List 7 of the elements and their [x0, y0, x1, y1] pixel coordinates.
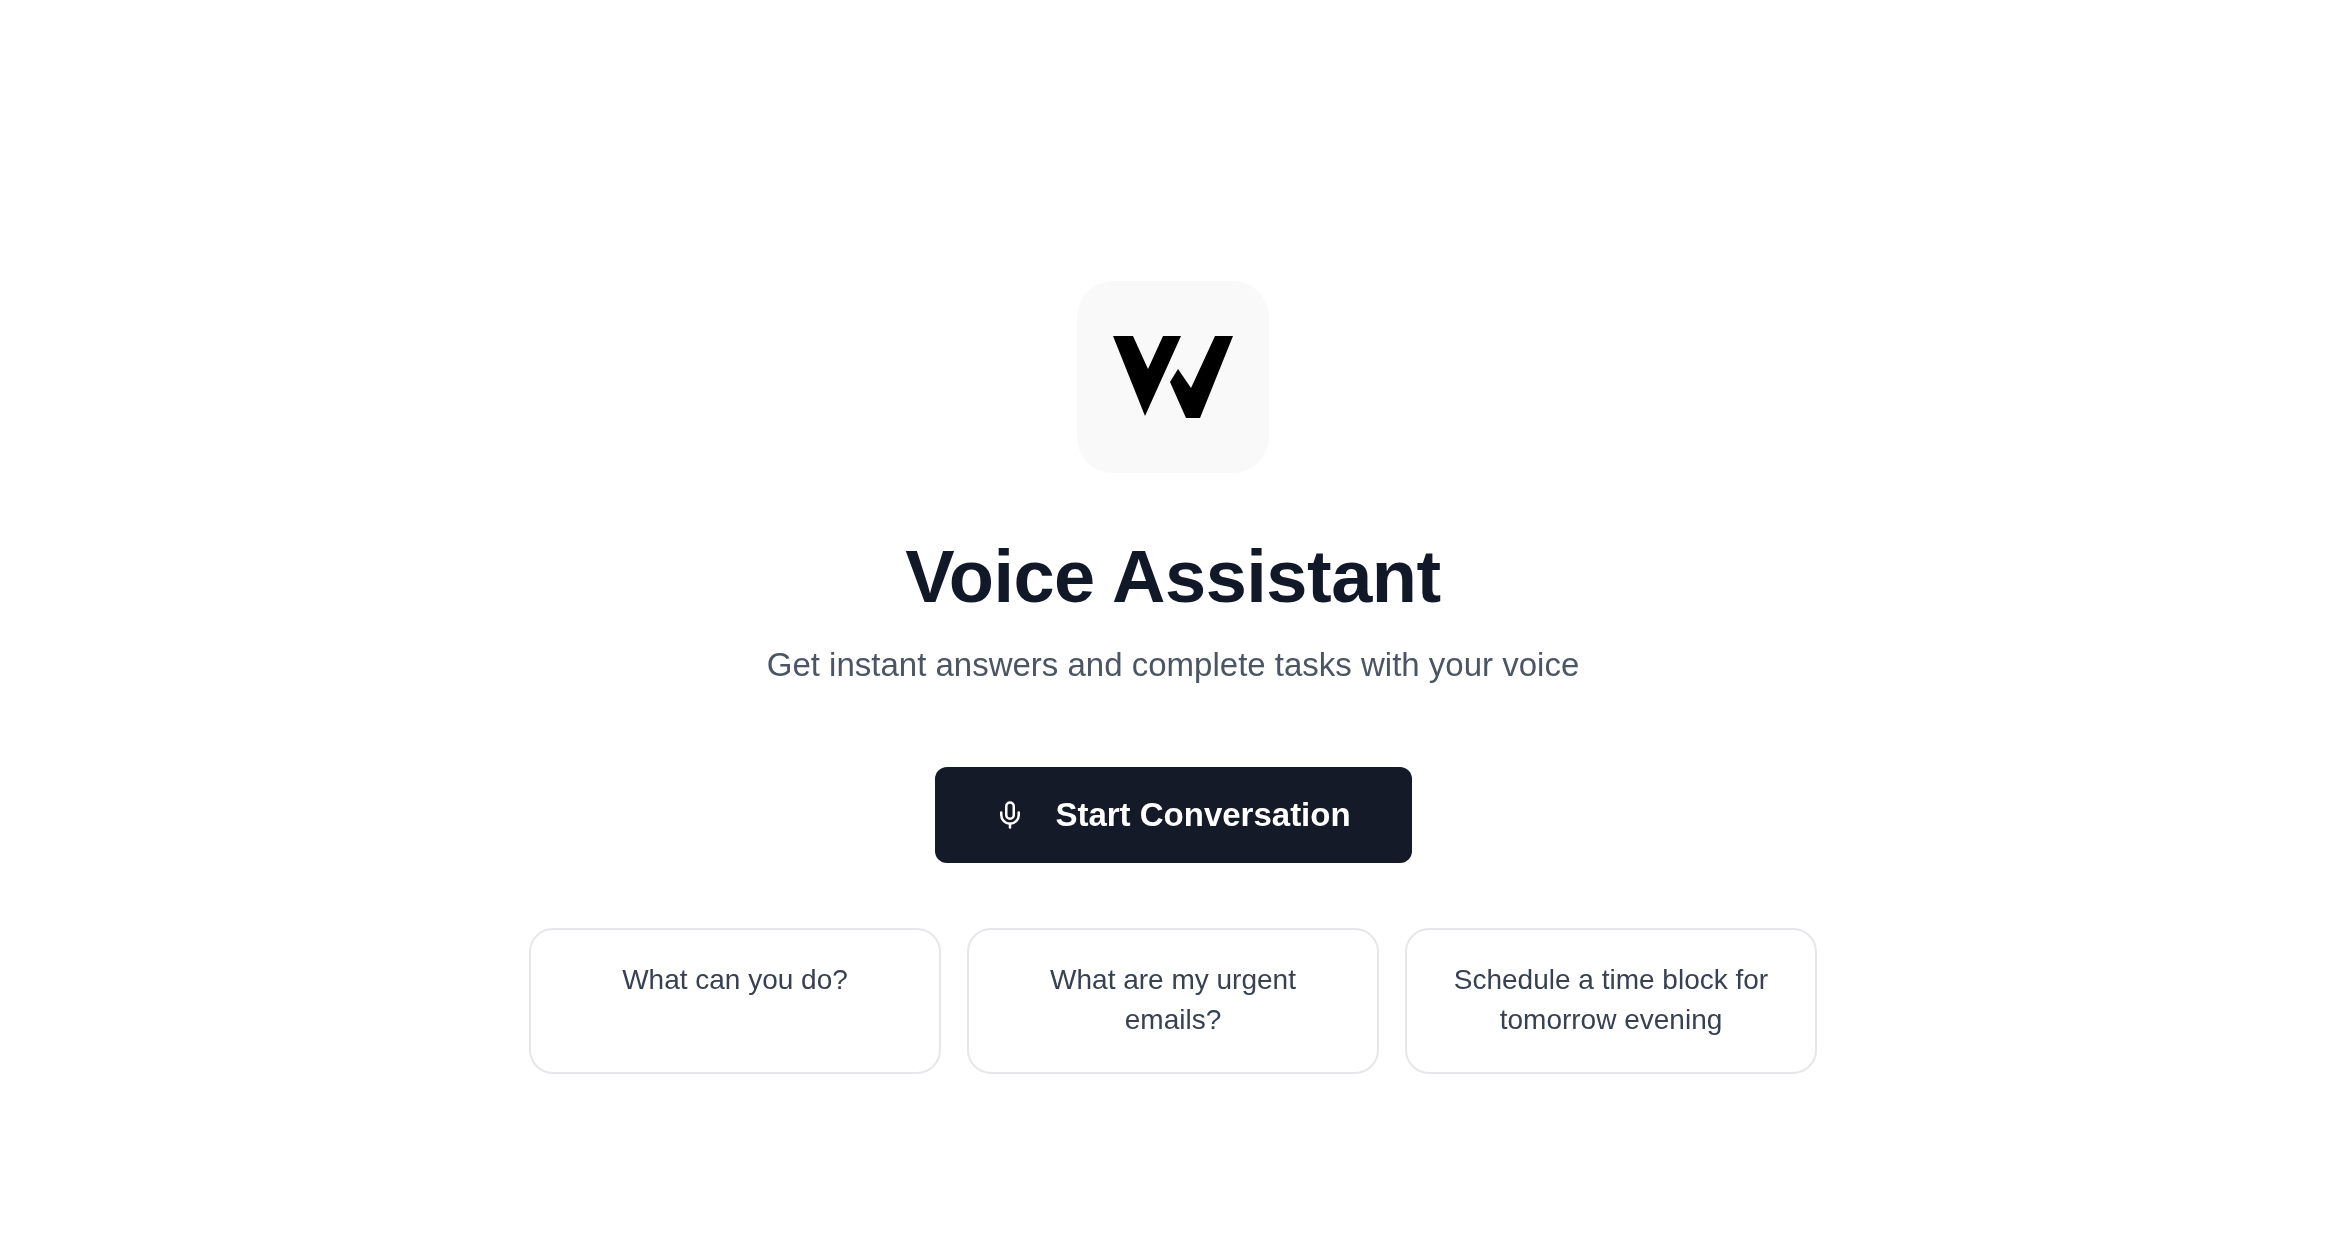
page-title: Voice Assistant — [905, 537, 1441, 617]
logo-icon — [1113, 336, 1233, 418]
start-conversation-button[interactable]: Start Conversation — [934, 767, 1412, 863]
suggestion-card[interactable]: What can you do? — [529, 928, 941, 1074]
page-subtitle: Get instant answers and complete tasks with your voice — [766, 645, 1580, 685]
suggestion-card[interactable]: Schedule a time block for tomorrow evening — [1405, 928, 1817, 1074]
suggestion-card[interactable]: What are my urgent emails? — [967, 928, 1379, 1074]
